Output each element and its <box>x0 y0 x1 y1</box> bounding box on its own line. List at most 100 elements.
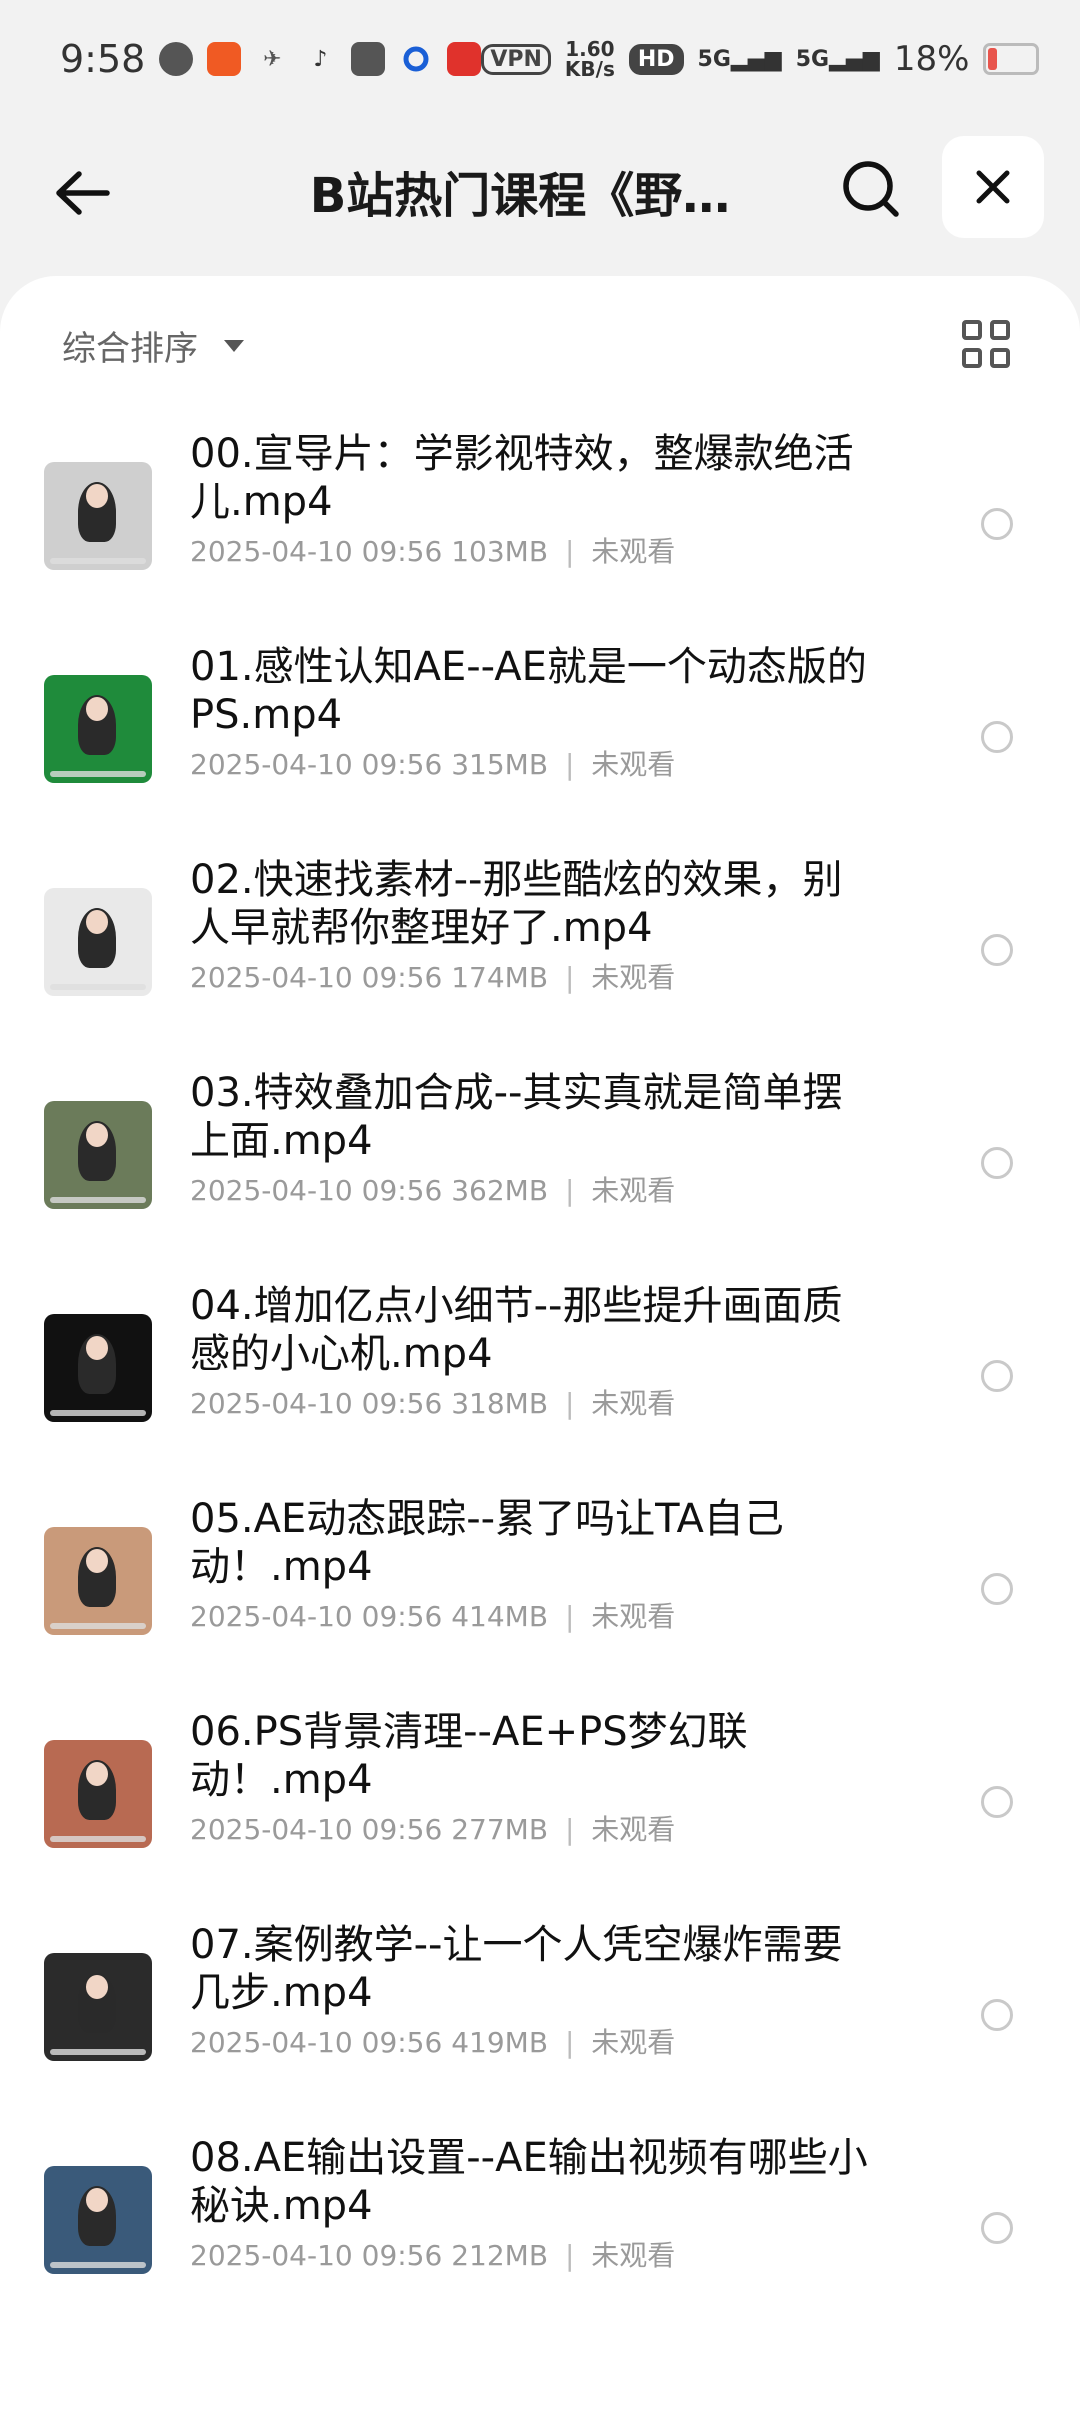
file-date: 2025-04-10 09:56 <box>190 535 443 568</box>
list-item[interactable]: 07.案例教学--让一个人凭空爆炸需要几步.mp4 2025-04-10 09:… <box>0 1919 1080 2132</box>
file-size: 212MB <box>451 2239 549 2272</box>
status-bar: 9:58 ✈ ♪ VPN 1.60 KB/s HD 5G▂▄▆ 5G▂▄▆ 18… <box>0 0 1080 118</box>
watch-status: 未观看 <box>591 1600 676 1633</box>
list-item[interactable]: 08.AE输出设置--AE输出视频有哪些小秘诀.mp4 2025-04-10 0… <box>0 2132 1080 2345</box>
file-size: 277MB <box>451 1813 549 1846</box>
item-text: 07.案例教学--让一个人凭空爆炸需要几步.mp4 2025-04-10 09:… <box>190 1919 870 2061</box>
search-icon <box>843 161 899 217</box>
file-meta: 2025-04-10 09:56 419MB | 未观看 <box>190 2021 870 2061</box>
file-meta: 2025-04-10 09:56 318MB | 未观看 <box>190 1382 870 1422</box>
status-left: 9:58 ✈ ♪ <box>60 37 482 81</box>
list-item[interactable]: 04.增加亿点小细节--那些提升画面质感的小心机.mp4 2025-04-10 … <box>0 1280 1080 1493</box>
file-size: 174MB <box>451 961 549 994</box>
file-name: 02.快速找素材--那些酷炫的效果，别人早就帮你整理好了.mp4 <box>190 857 843 951</box>
select-radio[interactable] <box>981 1573 1013 1605</box>
file-size: 315MB <box>451 748 549 781</box>
file-name: 05.AE动态跟踪--累了吗让TA自己动！.mp4 <box>190 1496 784 1590</box>
file-name: 01.感性认知AE--AE就是一个动态版的PS.mp4 <box>190 644 867 738</box>
status-time: 9:58 <box>60 37 146 81</box>
file-size: 414MB <box>451 1600 549 1633</box>
network-speed: 1.60 KB/s <box>565 39 615 79</box>
shop-app-icon <box>207 42 242 76</box>
item-text: 00.宣导片：学影视特效，整爆款绝活儿.mp4 2025-04-10 09:56… <box>190 428 870 570</box>
file-date: 2025-04-10 09:56 <box>190 1600 443 1633</box>
file-name: 08.AE输出设置--AE输出视频有哪些小秘诀.mp4 <box>190 2135 868 2229</box>
vpn-badge: VPN <box>481 43 551 75</box>
top-app-bar: B站热门课程《野… <box>0 118 1080 256</box>
select-radio[interactable] <box>981 2212 1013 2244</box>
file-date: 2025-04-10 09:56 <box>190 1387 443 1420</box>
item-text: 03.特效叠加合成--其实真就是简单摆上面.mp4 2025-04-10 09:… <box>190 1067 870 1209</box>
mail-app-icon <box>351 42 386 76</box>
watch-status: 未观看 <box>591 2026 676 2059</box>
meta-separator: | <box>564 535 575 568</box>
battery-icon <box>983 43 1040 75</box>
select-radio[interactable] <box>981 1147 1013 1179</box>
file-meta: 2025-04-10 09:56 103MB | 未观看 <box>190 530 870 570</box>
watch-status: 未观看 <box>591 748 676 781</box>
telegram-app-icon: ✈ <box>263 46 282 72</box>
sort-dropdown[interactable]: 综合排序 <box>62 321 244 370</box>
select-radio[interactable] <box>981 1786 1013 1818</box>
search-button[interactable] <box>836 154 906 224</box>
file-name: 07.案例教学--让一个人凭空爆炸需要几步.mp4 <box>190 1922 843 2016</box>
meta-separator: | <box>564 1387 575 1420</box>
sort-label: 综合排序 <box>62 329 198 369</box>
file-size: 318MB <box>451 1387 549 1420</box>
back-button[interactable] <box>46 158 116 228</box>
file-date: 2025-04-10 09:56 <box>190 1174 443 1207</box>
close-icon <box>976 170 1010 204</box>
list-item[interactable]: 00.宣导片：学影视特效，整爆款绝活儿.mp4 2025-04-10 09:56… <box>0 428 1080 641</box>
select-radio[interactable] <box>981 1360 1013 1392</box>
signal-1-icon: 5G▂▄▆ <box>697 46 782 72</box>
video-thumbnail <box>44 1101 152 1209</box>
file-meta: 2025-04-10 09:56 174MB | 未观看 <box>190 956 870 996</box>
select-radio[interactable] <box>981 934 1013 966</box>
signal-1-label: 5G <box>697 46 731 72</box>
video-thumbnail <box>44 1527 152 1635</box>
list-item[interactable]: 02.快速找素材--那些酷炫的效果，别人早就帮你整理好了.mp4 2025-04… <box>0 854 1080 1067</box>
meta-separator: | <box>564 1600 575 1633</box>
close-button[interactable] <box>942 136 1044 238</box>
video-thumbnail <box>44 1314 152 1422</box>
file-meta: 2025-04-10 09:56 362MB | 未观看 <box>190 1169 870 1209</box>
circle-app-icon <box>399 42 433 76</box>
video-thumbnail <box>44 888 152 996</box>
watch-status: 未观看 <box>591 535 676 568</box>
signal-2-icon: 5G▂▄▆ <box>795 46 880 72</box>
file-size: 419MB <box>451 2026 549 2059</box>
speed-unit: KB/s <box>564 57 615 81</box>
watch-status: 未观看 <box>591 961 676 994</box>
select-radio[interactable] <box>981 721 1013 753</box>
meta-separator: | <box>564 2026 575 2059</box>
meta-separator: | <box>564 1174 575 1207</box>
signal-2-label: 5G <box>795 46 830 72</box>
file-meta: 2025-04-10 09:56 277MB | 未观看 <box>190 1808 870 1848</box>
file-meta: 2025-04-10 09:56 212MB | 未观看 <box>190 2234 870 2274</box>
file-size: 103MB <box>451 535 549 568</box>
select-radio[interactable] <box>981 508 1013 540</box>
battery-percent: 18% <box>893 39 970 79</box>
video-thumbnail <box>44 2166 152 2274</box>
video-list: 00.宣导片：学影视特效，整爆款绝活儿.mp4 2025-04-10 09:56… <box>0 428 1080 2345</box>
meta-separator: | <box>564 961 575 994</box>
hd-badge: HD <box>628 43 684 75</box>
list-item[interactable]: 01.感性认知AE--AE就是一个动态版的PS.mp4 2025-04-10 0… <box>0 641 1080 854</box>
learning-app-icon <box>447 42 482 76</box>
item-text: 05.AE动态跟踪--累了吗让TA自己动！.mp4 2025-04-10 09:… <box>190 1493 870 1635</box>
file-list-panel: 综合排序 00.宣导片：学影视特效，整爆款绝活儿.mp4 2025-04-10 … <box>0 276 1080 2416</box>
video-thumbnail <box>44 675 152 783</box>
item-text: 04.增加亿点小细节--那些提升画面质感的小心机.mp4 2025-04-10 … <box>190 1280 870 1422</box>
list-item[interactable]: 05.AE动态跟踪--累了吗让TA自己动！.mp4 2025-04-10 09:… <box>0 1493 1080 1706</box>
watch-status: 未观看 <box>591 1813 676 1846</box>
grid-view-button[interactable] <box>962 320 1010 368</box>
file-date: 2025-04-10 09:56 <box>190 2026 443 2059</box>
list-item[interactable]: 03.特效叠加合成--其实真就是简单摆上面.mp4 2025-04-10 09:… <box>0 1067 1080 1280</box>
list-item[interactable]: 06.PS背景清理--AE+PS梦幻联动！.mp4 2025-04-10 09:… <box>0 1706 1080 1919</box>
file-date: 2025-04-10 09:56 <box>190 2239 443 2272</box>
file-name: 04.增加亿点小细节--那些提升画面质感的小心机.mp4 <box>190 1283 843 1377</box>
file-date: 2025-04-10 09:56 <box>190 1813 443 1846</box>
caret-down-icon <box>224 339 244 352</box>
grid-view-icon <box>962 320 982 340</box>
select-radio[interactable] <box>981 1999 1013 2031</box>
